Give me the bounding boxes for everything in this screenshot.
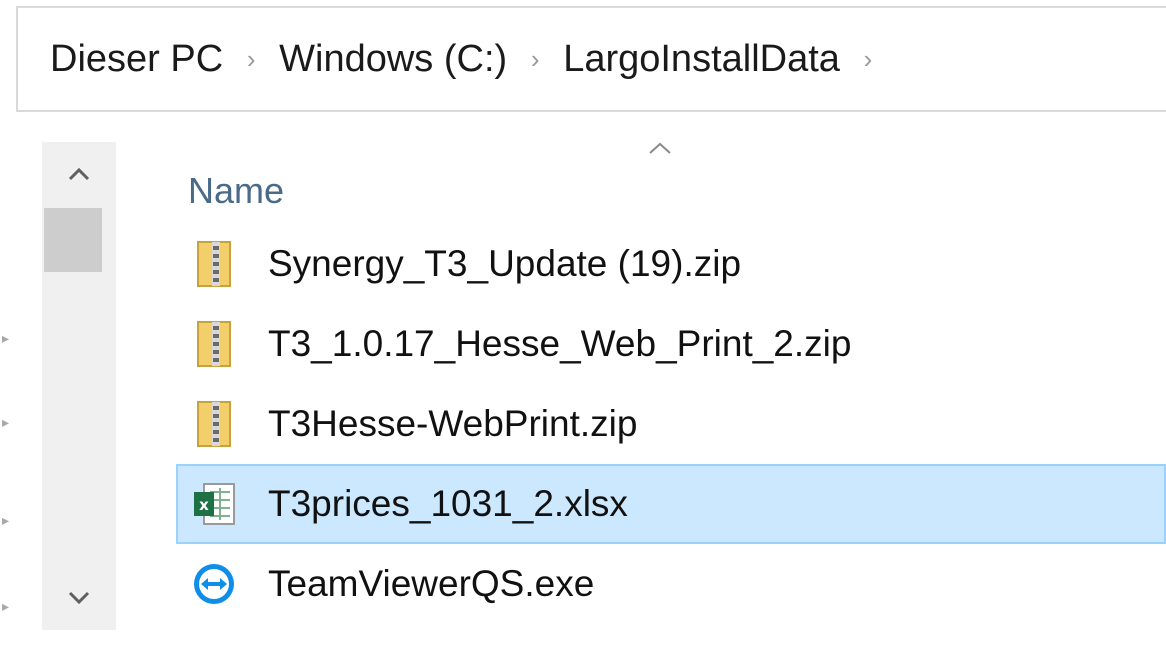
file-name: Synergy_T3_Update (19).zip	[268, 243, 742, 284]
file-explorer-window: Dieser PC › Windows (C:) › LargoInstallD…	[0, 0, 1166, 648]
file-row[interactable]: TeamViewerQS.exe	[176, 544, 1166, 624]
breadcrumb-chevron-icon[interactable]: ›	[507, 44, 563, 75]
zip-folder-icon	[197, 241, 231, 287]
chevron-up-icon	[68, 167, 90, 181]
column-header-label: Name	[188, 170, 285, 211]
scrollbar-thumb[interactable]	[44, 208, 102, 272]
chevron-down-icon	[68, 591, 90, 605]
breadcrumb-item-largoinstalldata[interactable]: LargoInstallData	[563, 34, 840, 85]
zip-folder-icon	[197, 321, 231, 367]
column-header-name[interactable]: Name	[176, 160, 1166, 222]
scroll-up-button[interactable]	[42, 142, 116, 206]
zip-folder-icon	[197, 401, 231, 447]
nav-expand-arrow-icon[interactable]: ▸	[2, 510, 12, 530]
nav-expand-arrow-icon[interactable]: ▸	[2, 328, 12, 348]
file-name: T3prices_1031_2.xlsx	[268, 483, 628, 524]
breadcrumb-item-drive-c[interactable]: Windows (C:)	[279, 34, 507, 85]
breadcrumb-chevron-icon[interactable]: ›	[223, 44, 279, 75]
file-row[interactable]: T3Hesse-WebPrint.zip	[176, 384, 1166, 464]
breadcrumb-item-this-pc[interactable]: Dieser PC	[50, 34, 223, 85]
scroll-down-button[interactable]	[42, 566, 116, 630]
svg-text:x: x	[199, 496, 209, 514]
file-name: T3_1.0.17_Hesse_Web_Print_2.zip	[268, 323, 852, 364]
excel-icon: x	[194, 483, 235, 525]
breadcrumb-chevron-icon[interactable]: ›	[840, 44, 896, 75]
file-name: TeamViewerQS.exe	[268, 563, 595, 604]
file-row[interactable]: Synergy_T3_Update (19).zip	[176, 224, 1166, 304]
sort-ascending-icon	[649, 142, 671, 154]
nav-expand-arrow-icon[interactable]: ▸	[2, 412, 12, 432]
address-bar[interactable]: Dieser PC › Windows (C:) › LargoInstallD…	[16, 6, 1166, 112]
nav-expand-arrow-icon[interactable]: ▸	[2, 596, 12, 616]
vertical-scrollbar[interactable]	[42, 142, 116, 630]
file-row-selected[interactable]: x T3prices_1031_2.xlsx	[176, 464, 1166, 544]
file-list: Synergy_T3_Update (19).zip T3_1.0.17_Hes…	[176, 224, 1166, 624]
file-row[interactable]: T3_1.0.17_Hesse_Web_Print_2.zip	[176, 304, 1166, 384]
file-name: T3Hesse-WebPrint.zip	[268, 403, 638, 444]
teamviewer-icon	[194, 564, 234, 604]
